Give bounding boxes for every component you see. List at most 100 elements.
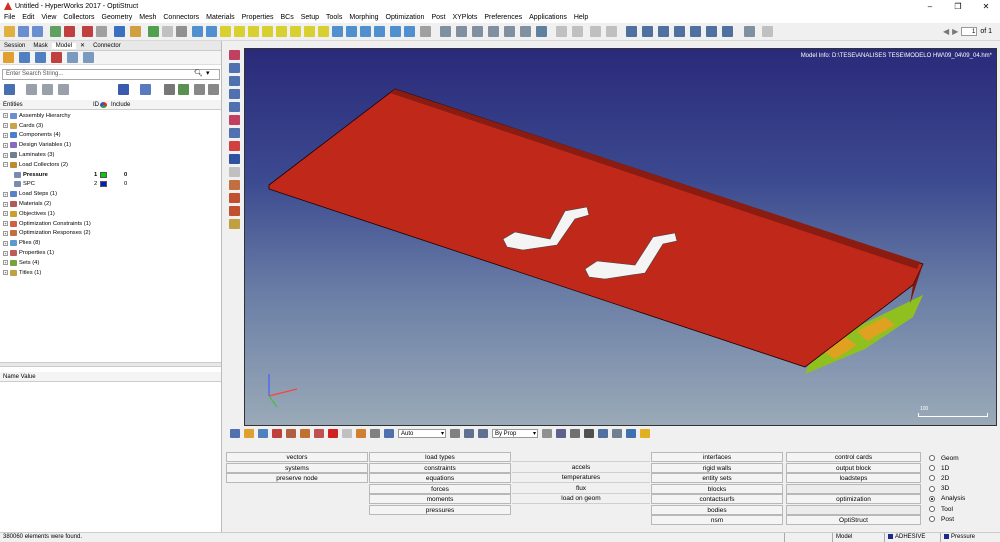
layout-6-icon[interactable]: [706, 26, 717, 37]
equations-button[interactable]: equations: [369, 473, 511, 483]
radio-button[interactable]: [929, 475, 935, 482]
tree-item-materials[interactable]: + Materials (2): [0, 199, 221, 209]
tab-mask[interactable]: Mask: [29, 43, 51, 49]
view-bottom-icon[interactable]: [262, 26, 273, 37]
abc-label-icon[interactable]: [229, 193, 240, 203]
clip-icon[interactable]: [572, 26, 583, 37]
create-icon[interactable]: [148, 26, 159, 37]
search-options-icon[interactable]: ▾: [206, 69, 210, 77]
show-connectors-icon[interactable]: [300, 429, 310, 438]
menu-file[interactable]: File: [4, 14, 15, 21]
tab-connector[interactable]: Connector: [89, 43, 125, 49]
radio-button[interactable]: [929, 455, 935, 462]
expand-icon[interactable]: +: [3, 191, 8, 197]
tree-item-load-collectors[interactable]: − Load Collectors (2): [0, 160, 221, 170]
forces-button[interactable]: forces: [369, 484, 511, 494]
normals-icon[interactable]: [370, 429, 380, 438]
auto-dropdown[interactable]: Auto: [398, 429, 446, 438]
solver-view-icon[interactable]: [35, 52, 46, 63]
info-icon[interactable]: [229, 154, 240, 164]
shade-icon[interactable]: [478, 429, 488, 438]
menu-optimization[interactable]: Optimization: [386, 14, 425, 21]
close-button[interactable]: ✕: [972, 0, 1000, 12]
menu-help[interactable]: Help: [574, 14, 588, 21]
tree-item-properties[interactable]: + Properties (1): [0, 248, 221, 258]
translate-icon[interactable]: [488, 26, 499, 37]
collapse-icon[interactable]: [42, 84, 53, 95]
new-model-icon[interactable]: [4, 26, 15, 37]
copy-view-icon[interactable]: [590, 26, 601, 37]
tree-item-load-steps[interactable]: + Load Steps (1): [0, 189, 221, 199]
expand-icon[interactable]: +: [3, 221, 8, 227]
tree-item-optimization-responses[interactable]: + Optimization Responses (2): [0, 229, 221, 239]
layout-1-icon[interactable]: [626, 26, 637, 37]
menu-preferences[interactable]: Preferences: [484, 14, 522, 21]
menu-bcs[interactable]: BCs: [280, 14, 293, 21]
contactsurfs-button[interactable]: contactsurfs: [651, 494, 783, 504]
transparency-icon[interactable]: [229, 128, 240, 138]
radio-1d[interactable]: 1D: [929, 463, 999, 473]
view-axis-icon[interactable]: [318, 26, 329, 37]
expand-icon[interactable]: +: [3, 270, 8, 276]
zoom-out-icon[interactable]: [360, 26, 371, 37]
radio-button[interactable]: [929, 516, 935, 523]
radio-analysis[interactable]: Analysis: [929, 494, 999, 504]
solver-icon[interactable]: [82, 26, 93, 37]
graphics-viewport[interactable]: Model Info: D:\TESE\ANALISES TESE\MODELO…: [244, 48, 997, 426]
display-mode-icon[interactable]: [118, 84, 129, 95]
display-icon[interactable]: [420, 26, 431, 37]
expand-icon[interactable]: +: [3, 123, 8, 129]
view-top-icon[interactable]: [234, 26, 245, 37]
bodies-button[interactable]: bodies: [651, 505, 783, 515]
component-view-icon[interactable]: [3, 52, 14, 63]
show-systems-icon[interactable]: [286, 429, 296, 438]
tree-item-assembly-hierarchy[interactable]: + Assembly Hierarchy: [0, 111, 221, 121]
layout-5-icon[interactable]: [690, 26, 701, 37]
page-input[interactable]: 1: [961, 27, 978, 36]
view-front-icon[interactable]: [206, 26, 217, 37]
fit-icon[interactable]: [332, 26, 343, 37]
accels-button[interactable]: accels: [512, 463, 650, 473]
view-menu-icon[interactable]: [230, 429, 240, 438]
favorite-star-icon[interactable]: [640, 429, 650, 438]
assembly-view-icon[interactable]: [19, 52, 30, 63]
solid-style-icon[interactable]: [584, 429, 594, 438]
moments-button[interactable]: moments: [369, 494, 511, 504]
radio-button[interactable]: [929, 465, 935, 472]
color-swatch[interactable]: [100, 181, 107, 188]
shaded-icon[interactable]: [229, 89, 240, 99]
auto-mode-icon[interactable]: [384, 429, 394, 438]
tree-item-components[interactable]: + Components (4): [0, 131, 221, 141]
perspective-icon[interactable]: [536, 26, 547, 37]
optistruct-button[interactable]: OptiStruct: [786, 515, 921, 525]
line-style-icon[interactable]: [570, 429, 580, 438]
view-left-icon[interactable]: [290, 26, 301, 37]
entity-view-icon[interactable]: [83, 52, 94, 63]
menu-setup[interactable]: Setup: [301, 14, 319, 21]
edit-icon[interactable]: [176, 26, 187, 37]
open-model-icon[interactable]: [18, 26, 29, 37]
status-component[interactable]: ADHESIVE: [884, 533, 940, 542]
expand-icon[interactable]: +: [3, 230, 8, 236]
expand-icon[interactable]: +: [3, 113, 8, 119]
tree-item-pressure[interactable]: Pressure 1 0: [0, 170, 221, 180]
options-icon[interactable]: [96, 26, 107, 37]
zoom-in-icon[interactable]: [346, 26, 357, 37]
menu-morphing[interactable]: Morphing: [349, 14, 378, 21]
search-icon[interactable]: 🔍︎: [194, 69, 203, 77]
id-column-header[interactable]: ID: [93, 102, 99, 108]
tree-item-optimization-constraints[interactable]: + Optimization Constraints (1): [0, 219, 221, 229]
tree-item-laminates[interactable]: + Laminates (3): [0, 150, 221, 160]
zoom-box-icon[interactable]: [456, 26, 467, 37]
tree-item-sets[interactable]: + Sets (4): [0, 258, 221, 268]
menu-properties[interactable]: Properties: [242, 14, 274, 21]
expand-icon[interactable]: +: [3, 250, 8, 256]
layout-2-icon[interactable]: [642, 26, 653, 37]
minimize-button[interactable]: –: [916, 0, 944, 12]
abc-tag-icon[interactable]: [229, 206, 240, 216]
link-icon[interactable]: [229, 141, 240, 151]
redo-icon[interactable]: [762, 26, 773, 37]
menu-view[interactable]: View: [41, 14, 56, 21]
plot-icon[interactable]: [229, 180, 240, 190]
view-back-icon[interactable]: [276, 26, 287, 37]
